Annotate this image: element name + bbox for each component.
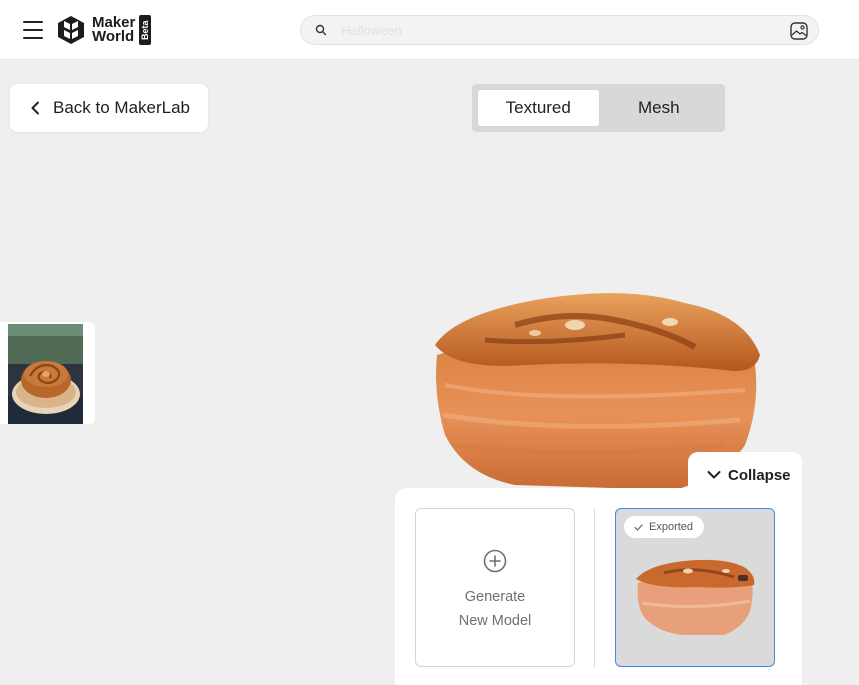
logo-cube-icon <box>58 16 84 44</box>
plus-circle-icon <box>483 549 507 573</box>
panel-divider <box>594 508 595 668</box>
exported-badge-label: Exported <box>649 521 694 533</box>
search-input[interactable] <box>341 20 771 40</box>
search-bar[interactable] <box>300 15 819 45</box>
hamburger-icon[interactable] <box>23 20 43 40</box>
search-icon <box>315 24 327 36</box>
generate-label: Generate New Model <box>416 585 574 633</box>
exported-model-card[interactable]: Exported <box>615 508 775 667</box>
beta-badge: Beta <box>139 15 152 45</box>
view-mode-toggle: Textured Mesh <box>472 84 725 132</box>
pastry-photo <box>8 324 83 424</box>
back-to-makerlab-button[interactable]: Back to MakerLab <box>10 84 208 132</box>
source-image-strip <box>0 322 95 424</box>
logo-line2: World <box>92 28 135 45</box>
chevron-left-icon <box>31 101 39 115</box>
generate-label-line2: New Model <box>458 613 532 629</box>
collapse-label: Collapse <box>728 466 791 484</box>
source-image-thumbnail[interactable] <box>8 324 83 424</box>
image-search-icon[interactable] <box>789 21 809 41</box>
top-header: Maker World Beta <box>0 0 859 60</box>
model-thumbnail <box>636 559 755 635</box>
model-panel: Generate New Model Exported <box>395 488 802 685</box>
toggle-mesh[interactable]: Mesh <box>599 90 720 126</box>
check-icon <box>634 523 643 531</box>
makerworld-logo[interactable]: Maker World Beta <box>56 14 152 46</box>
chevron-down-icon <box>707 471 721 479</box>
generate-label-line1: Generate <box>464 589 526 605</box>
logo-wordmark: Maker World <box>92 15 135 45</box>
toggle-textured[interactable]: Textured <box>478 90 599 126</box>
back-button-label: Back to MakerLab <box>53 98 191 117</box>
generate-new-model-button[interactable]: Generate New Model <box>415 508 575 667</box>
exported-badge: Exported <box>624 516 705 538</box>
